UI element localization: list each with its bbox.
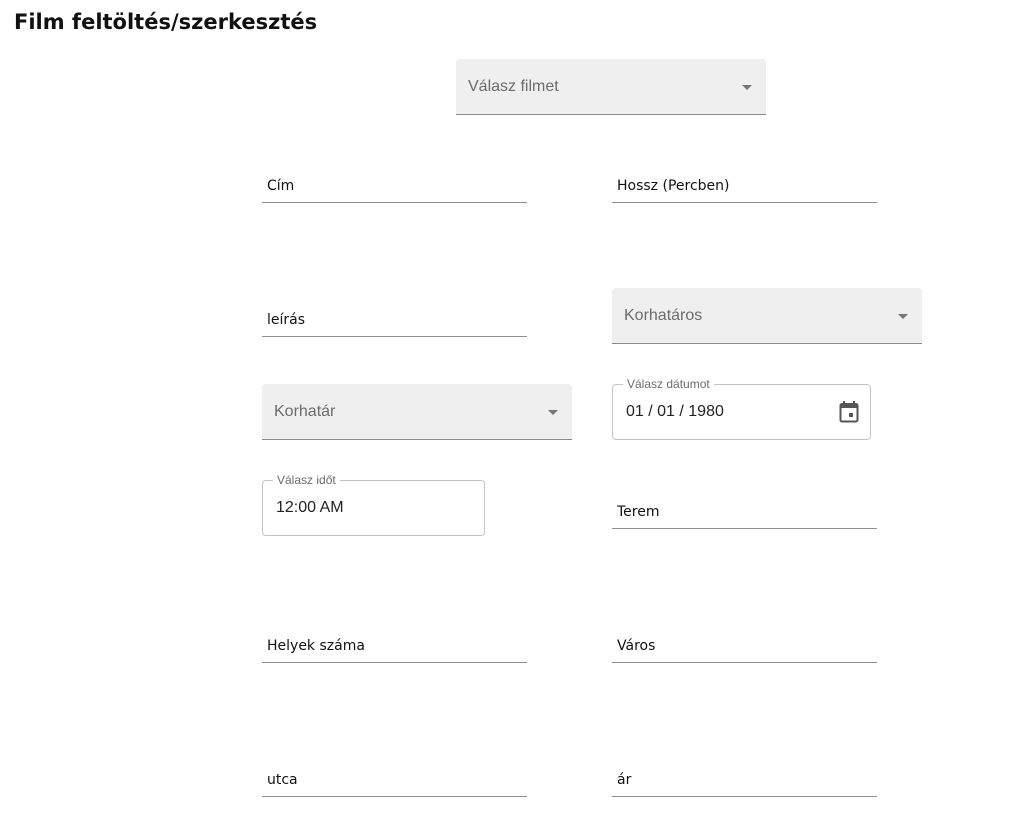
dropdown-arrow-icon (548, 409, 558, 415)
age-limit-select[interactable]: Korhatár (262, 384, 572, 440)
seats-input[interactable] (262, 629, 527, 663)
age-restricted-select-placeholder: Korhatáros (624, 306, 703, 324)
date-picker-value: 01 / 01 / 1980 (626, 403, 724, 420)
street-input[interactable] (262, 763, 527, 797)
price-input[interactable] (612, 763, 877, 797)
title-input[interactable] (262, 169, 527, 203)
dropdown-arrow-icon (898, 313, 908, 319)
description-input[interactable] (262, 303, 527, 337)
film-select[interactable]: Válasz filmet (456, 59, 766, 115)
city-input[interactable] (612, 629, 877, 663)
page-title: Film feltöltés/szerkesztés (14, 10, 318, 34)
room-input[interactable] (612, 495, 877, 529)
calendar-icon[interactable] (839, 401, 859, 423)
dropdown-arrow-icon (742, 84, 752, 90)
age-restricted-select[interactable]: Korhatáros (612, 288, 922, 344)
time-picker-label: Válasz időt (273, 473, 340, 487)
date-picker[interactable]: Válasz dátumot 01 / 01 / 1980 (612, 377, 871, 440)
length-input[interactable] (612, 169, 877, 203)
time-picker[interactable]: Válasz időt 12:00 AM (262, 473, 485, 536)
age-limit-select-placeholder: Korhatár (274, 402, 336, 420)
date-picker-label: Válasz dátumot (623, 377, 714, 391)
film-select-placeholder: Válasz filmet (468, 77, 559, 95)
time-picker-value: 12:00 AM (276, 499, 344, 516)
